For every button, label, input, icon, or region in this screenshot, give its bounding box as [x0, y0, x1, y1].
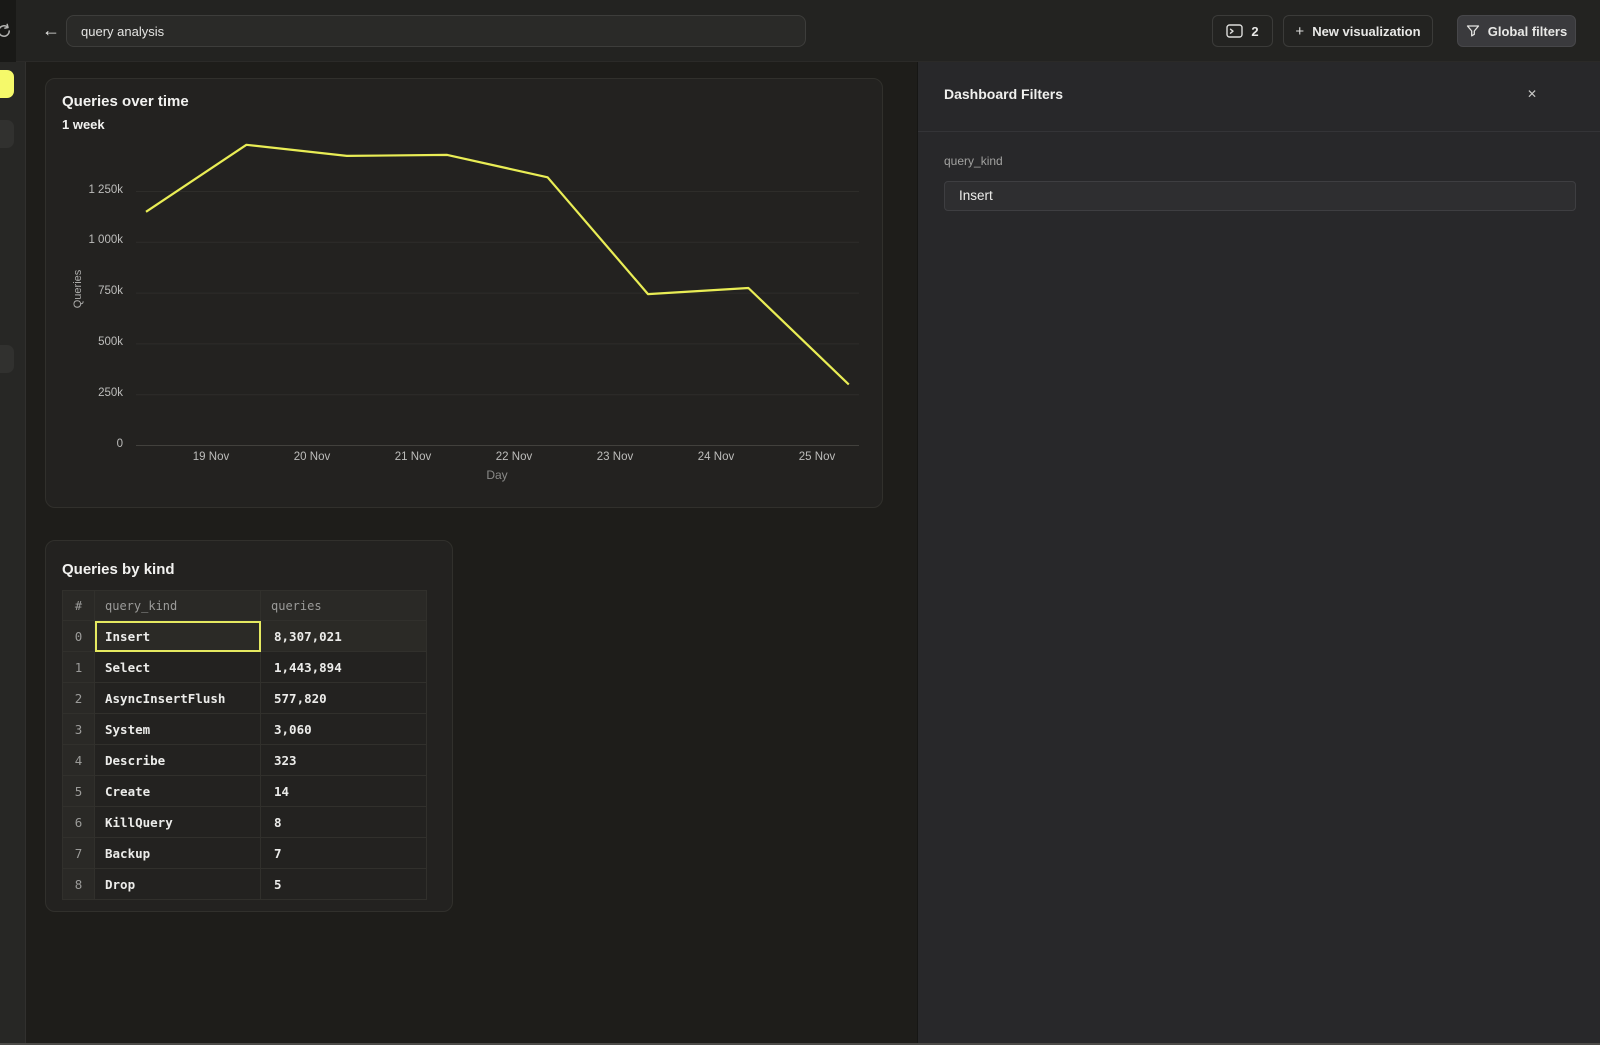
row-index: 4: [63, 745, 95, 776]
table-row: 7Backup7: [63, 838, 427, 869]
queries-count-cell[interactable]: 14: [261, 776, 427, 807]
plus-icon: +: [1295, 23, 1304, 40]
back-button[interactable]: ←: [38, 17, 64, 43]
queries-table: # query_kind queries 0Insert8,307,0211Se…: [62, 590, 427, 900]
sql-console-button[interactable]: 2: [1212, 15, 1273, 47]
y-tick-label: 750k: [46, 285, 123, 297]
query-kind-cell[interactable]: AsyncInsertFlush: [95, 683, 261, 714]
y-tick-label: 0: [46, 438, 123, 450]
row-index: 1: [63, 652, 95, 683]
queries-count-cell[interactable]: 8,307,021: [261, 621, 427, 652]
terminal-window-icon: [1226, 24, 1243, 38]
queries-line-svg: [136, 136, 859, 446]
table-row: 3System3,060: [63, 714, 427, 745]
y-tick-label: 500k: [46, 336, 123, 348]
queries-count-cell[interactable]: 1,443,894: [261, 652, 427, 683]
close-icon[interactable]: ✕: [1522, 84, 1542, 104]
sidebar-item-active-dashboard[interactable]: [0, 70, 14, 98]
sidebar-item-3[interactable]: [0, 345, 14, 373]
query-kind-filter-input[interactable]: Insert: [944, 181, 1576, 211]
query-kind-cell[interactable]: KillQuery: [95, 807, 261, 838]
table-row: 8Drop5: [63, 869, 427, 900]
x-tick-label: 19 Nov: [193, 451, 229, 463]
query-kind-cell[interactable]: Backup: [95, 838, 261, 869]
table-title: Queries by kind: [62, 561, 175, 578]
table-row: 2AsyncInsertFlush577,820: [63, 683, 427, 714]
table-row: 1Select1,443,894: [63, 652, 427, 683]
x-tick-label: 21 Nov: [395, 451, 431, 463]
queries-series-line: [146, 145, 849, 385]
query-kind-cell[interactable]: System: [95, 714, 261, 745]
row-index: 3: [63, 714, 95, 745]
dashboard-title-input[interactable]: [66, 15, 806, 47]
row-index: 8: [63, 869, 95, 900]
table-row: 6KillQuery8: [63, 807, 427, 838]
queries-count-cell[interactable]: 577,820: [261, 683, 427, 714]
query-kind-cell[interactable]: Select: [95, 652, 261, 683]
queries-count-cell[interactable]: 5: [261, 869, 427, 900]
x-tick-label: 20 Nov: [294, 451, 330, 463]
x-axis-title: Day: [486, 468, 507, 482]
queries-by-kind-card: Queries by kind # query_kind queries 0In…: [45, 540, 453, 912]
x-tick-label: 23 Nov: [597, 451, 633, 463]
table-header-row: # query_kind queries: [63, 591, 427, 621]
x-tick-label: 24 Nov: [698, 451, 734, 463]
column-header-query-kind: query_kind: [95, 591, 261, 621]
plot-area: [136, 136, 859, 446]
console-count: 2: [1251, 24, 1258, 39]
chart-subtitle: 1 week: [62, 117, 105, 132]
topbar-sidebar-block: [0, 0, 16, 62]
table-row: 5Create14: [63, 776, 427, 807]
x-tick-label: 25 Nov: [799, 451, 835, 463]
row-index: 5: [63, 776, 95, 807]
queries-count-cell[interactable]: 8: [261, 807, 427, 838]
sidebar-item-2[interactable]: [0, 120, 14, 148]
query-kind-cell[interactable]: Create: [95, 776, 261, 807]
queries-count-cell[interactable]: 3,060: [261, 714, 427, 745]
y-tick-label: 1 250k: [46, 184, 123, 196]
table-row: 4Describe323: [63, 745, 427, 776]
query-kind-cell[interactable]: Drop: [95, 869, 261, 900]
mini-sidebar: [0, 62, 26, 1045]
x-tick-label: 22 Nov: [496, 451, 532, 463]
y-tick-label: 1 000k: [46, 234, 123, 246]
global-filters-button[interactable]: Global filters: [1457, 15, 1576, 47]
queries-over-time-card: Queries over time 1 week Queries 0250k50…: [45, 78, 883, 508]
chart-title: Queries over time: [62, 93, 189, 110]
topbar: ← 2 + New visualization Global filters: [0, 0, 1600, 62]
table-row: 0Insert8,307,021: [63, 621, 427, 652]
queries-count-cell[interactable]: 7: [261, 838, 427, 869]
column-header-index: #: [63, 591, 95, 621]
row-index: 0: [63, 621, 95, 652]
row-index: 6: [63, 807, 95, 838]
queries-count-cell[interactable]: 323: [261, 745, 427, 776]
new-visualization-label: New visualization: [1312, 24, 1420, 39]
funnel-icon: [1466, 24, 1480, 38]
y-tick-label: 250k: [46, 387, 123, 399]
global-filters-label: Global filters: [1488, 24, 1567, 39]
dashboard-filters-panel: Dashboard Filters ✕ query_kind Insert: [917, 62, 1600, 1045]
query-kind-filter-label: query_kind: [944, 154, 1003, 168]
column-header-queries: queries: [261, 591, 427, 621]
new-visualization-button[interactable]: + New visualization: [1283, 15, 1433, 47]
refresh-icon[interactable]: [0, 22, 13, 40]
query-kind-cell[interactable]: Describe: [95, 745, 261, 776]
filters-panel-title: Dashboard Filters: [944, 86, 1063, 102]
row-index: 2: [63, 683, 95, 714]
row-index: 7: [63, 838, 95, 869]
query-kind-cell[interactable]: Insert: [95, 621, 261, 652]
panel-divider: [918, 131, 1600, 132]
